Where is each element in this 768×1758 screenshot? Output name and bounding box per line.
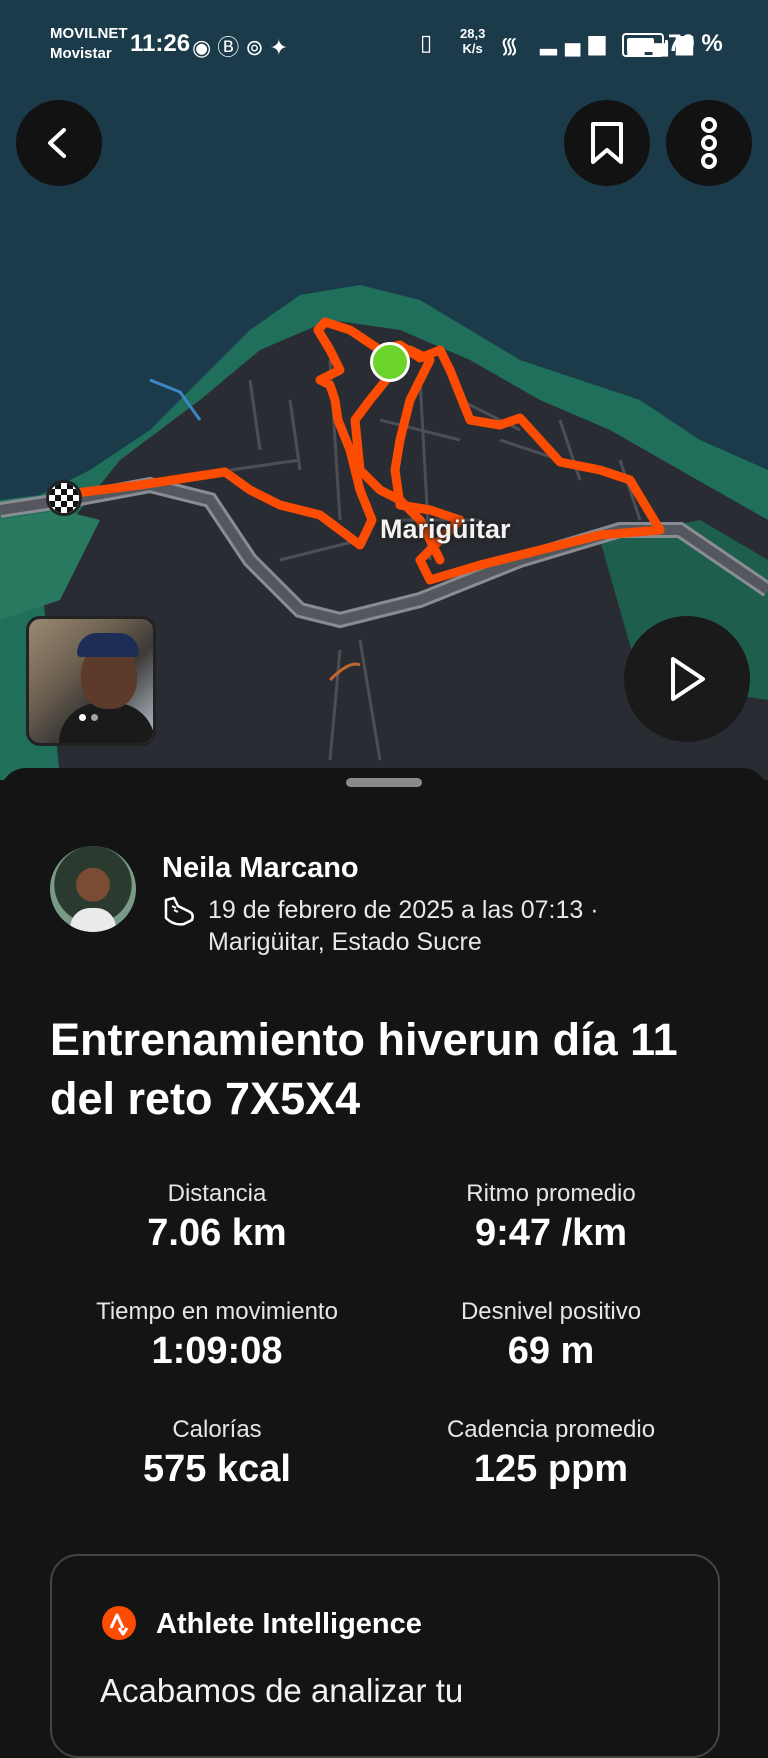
bookmark-button[interactable] <box>564 100 650 186</box>
stat-label: Calorías <box>172 1416 262 1443</box>
sheet-drag-handle[interactable] <box>346 778 422 787</box>
camera-icon: ⊚ <box>245 35 270 60</box>
stat-value: 69 m <box>507 1330 595 1372</box>
start-marker-icon <box>370 342 410 382</box>
athlete-intelligence-text: Acabamos de analizar tu <box>100 1672 464 1709</box>
strava-logo-icon <box>102 1606 136 1640</box>
route-map[interactable]: Marigüitar MOVILNET Movistar 11:26 ◉Ⓑ⊚✦ … <box>0 0 768 780</box>
stat-value: 1:09:08 <box>151 1330 283 1372</box>
vibrate-icon: ▯ <box>420 30 433 55</box>
photo-page-dots <box>79 714 98 721</box>
carrier-labels: MOVILNET Movistar <box>50 24 128 64</box>
net-speed-unit: K/s <box>462 41 483 56</box>
activity-details-sheet[interactable]: Neila Marcano 19 de febrero de 2025 a la… <box>0 768 768 1758</box>
stat-label: Cadencia promedio <box>446 1416 656 1443</box>
status-time: 11:26 <box>130 30 191 57</box>
stat-label: Tiempo en movimiento <box>96 1298 338 1325</box>
athlete-avatar[interactable] <box>50 846 136 932</box>
athlete-intelligence-card[interactable]: Athlete Intelligence Acabamos de analiza… <box>50 1554 720 1758</box>
b-icon: Ⓑ <box>217 35 246 60</box>
play-flyover-button[interactable] <box>624 616 750 742</box>
more-options-button[interactable] <box>666 100 752 186</box>
activity-title: Entrenamiento hiverun día 11 del reto 7X… <box>50 1014 678 1124</box>
stat-cadence: Cadencia promedio 125 ppm <box>384 1416 718 1491</box>
status-bar: MOVILNET Movistar 11:26 ◉Ⓑ⊚✦ ▯ 28,3 K/s … <box>0 0 768 90</box>
network-speed: 28,3 K/s <box>460 26 485 56</box>
carrier-2: Movistar <box>50 45 112 62</box>
bookmark-icon <box>591 122 623 164</box>
stat-label: Ritmo promedio <box>466 1180 636 1207</box>
stat-elevation-gain: Desnivel positivo 69 m <box>384 1298 718 1373</box>
stat-label: Desnivel positivo <box>460 1298 642 1325</box>
stat-pace: Ritmo promedio 9:47 /km <box>384 1180 718 1255</box>
play-icon <box>671 657 705 701</box>
activity-photo-thumbnail[interactable] <box>26 616 156 746</box>
stat-label: Distancia <box>167 1180 267 1207</box>
battery-level: 70 % <box>668 30 723 57</box>
athlete-intelligence-title: Athlete Intelligence <box>156 1608 422 1640</box>
map-place-label: Marigüitar <box>380 514 511 544</box>
activity-date: 19 de febrero de 2025 a las 07:13 · <box>208 896 599 924</box>
finish-marker-icon <box>46 480 82 516</box>
more-vertical-icon <box>701 117 717 169</box>
athlete-name[interactable]: Neila Marcano <box>162 852 359 885</box>
stat-moving-time: Tiempo en movimiento 1:09:08 <box>50 1298 384 1373</box>
wifi-icon: ᯾ <box>500 33 519 58</box>
stat-value: 575 kcal <box>143 1448 291 1490</box>
net-speed-value: 28,3 <box>460 26 486 41</box>
stat-value: 125 ppm <box>473 1448 629 1490</box>
eye-icon: ◉ <box>192 35 218 60</box>
stat-distance: Distancia 7.06 km <box>50 1180 384 1255</box>
chevron-left-icon <box>48 128 66 158</box>
running-shoe-icon <box>164 896 194 926</box>
stat-value: 7.06 km <box>147 1212 287 1254</box>
activity-location: Marigüitar, Estado Sucre <box>208 928 482 956</box>
activity-meta: 19 de febrero de 2025 a las 07:13 · Mari… <box>208 894 599 958</box>
battery-icon <box>622 33 668 57</box>
stat-value: 9:47 /km <box>474 1212 628 1254</box>
stat-calories: Calorías 575 kcal <box>50 1416 384 1491</box>
notification-icons: ◉Ⓑ⊚✦ <box>192 30 294 62</box>
bird-icon: ✦ <box>269 35 295 60</box>
back-button[interactable] <box>16 100 102 186</box>
carrier-1: MOVILNET <box>50 25 128 42</box>
